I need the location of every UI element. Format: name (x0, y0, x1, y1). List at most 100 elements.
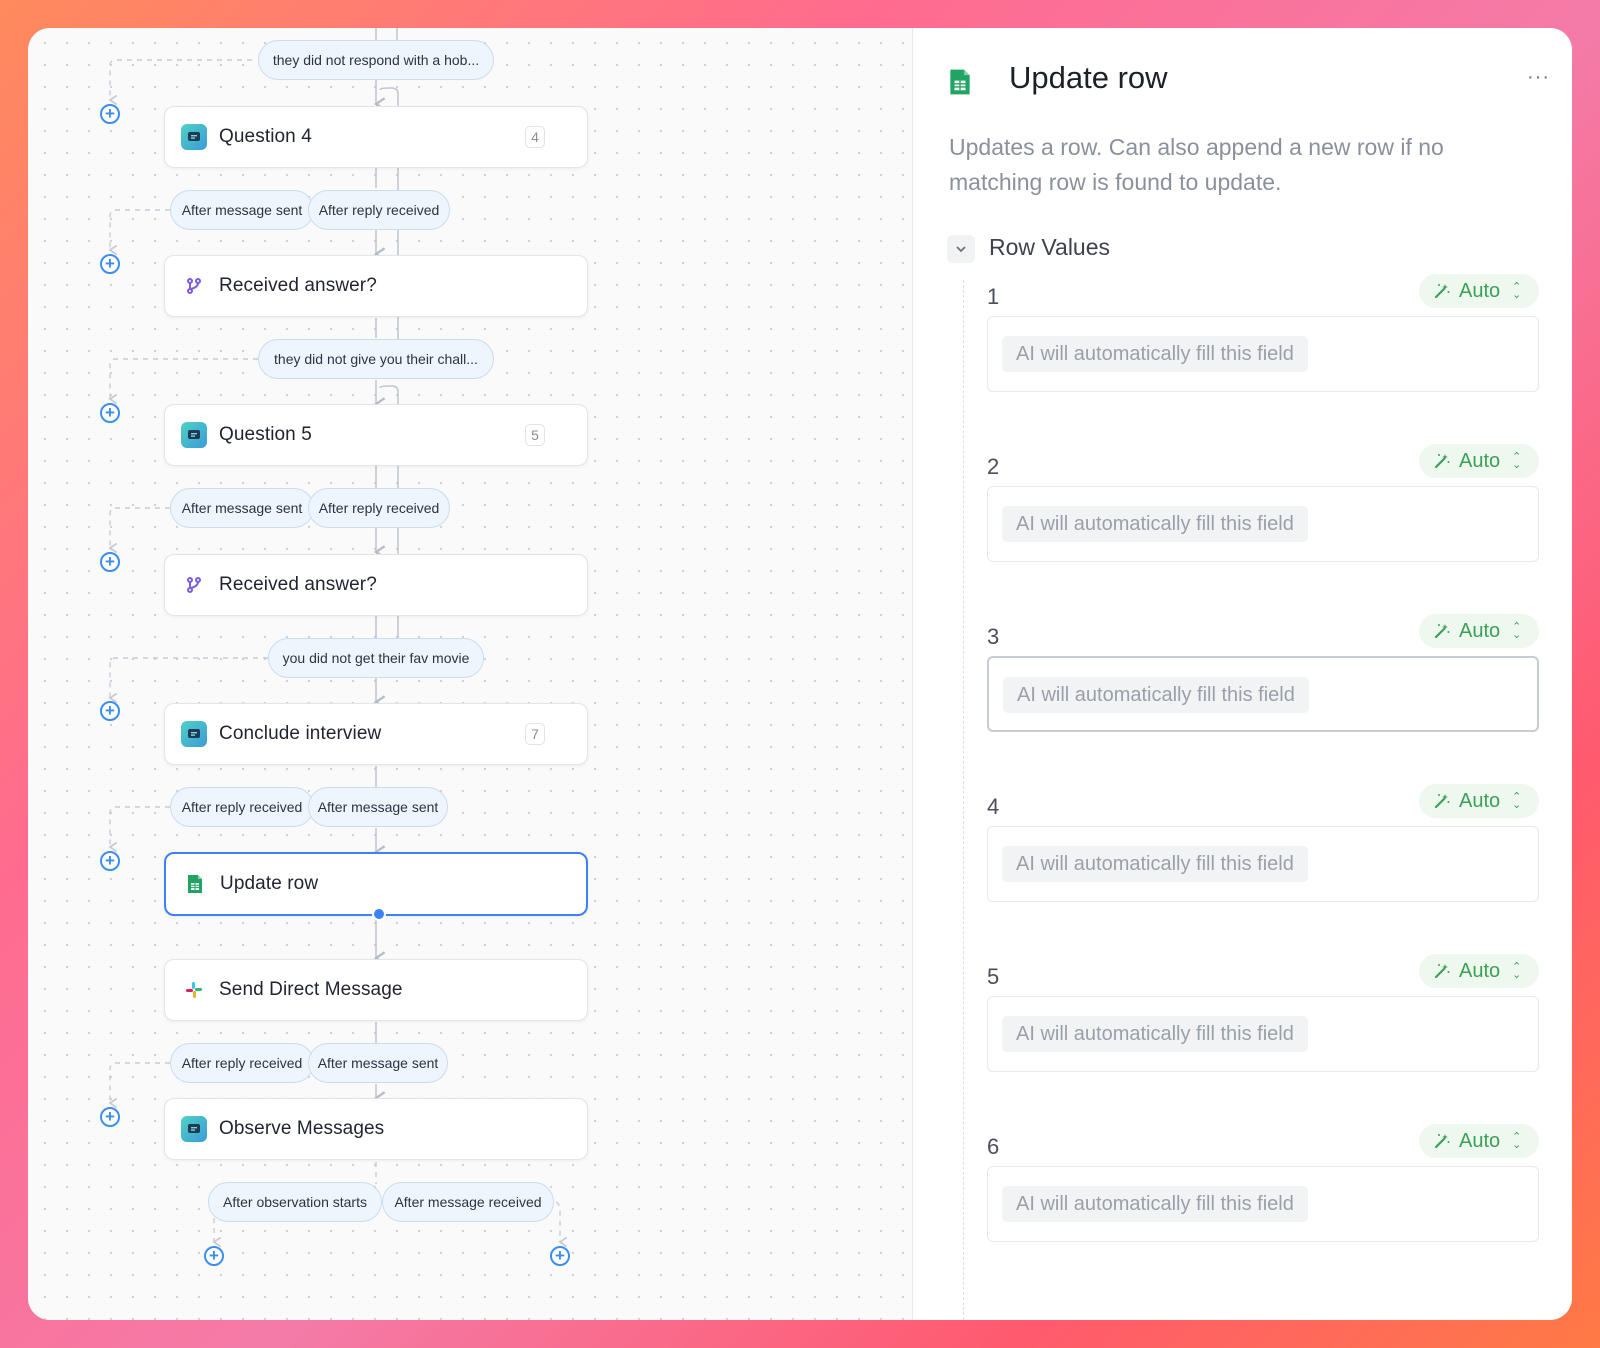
add-step-button[interactable]: + (100, 701, 120, 721)
trigger-pill[interactable]: After reply received (308, 488, 450, 528)
trigger-pill[interactable]: After message sent (308, 787, 448, 827)
node-title: Observe Messages (219, 1118, 385, 1139)
node-send-direct-message[interactable]: Send Direct Message (164, 959, 588, 1021)
auto-mode-select[interactable]: Auto ⌃ ⌄ (1419, 1124, 1539, 1158)
row-value-field[interactable]: AI will automatically fill this field (987, 316, 1539, 392)
node-title: Received answer? (219, 574, 377, 595)
chat-icon (181, 422, 207, 448)
magic-wand-icon (1434, 964, 1450, 979)
trigger-pill[interactable]: After reply received (170, 1043, 314, 1083)
trigger-pill[interactable]: After reply received (170, 787, 314, 827)
updown-chevron-icon: ⌃ ⌄ (1512, 1131, 1522, 1151)
updown-chevron-icon: ⌃ ⌄ (1512, 281, 1522, 301)
add-step-button[interactable]: + (100, 254, 120, 274)
node-title: Received answer? (219, 275, 377, 296)
updown-chevron-icon: ⌃ ⌄ (1512, 961, 1522, 981)
node-count-badge: 4 (525, 126, 545, 148)
trigger-pill[interactable]: After message received (382, 1182, 554, 1222)
auto-label: Auto (1459, 279, 1501, 302)
magic-wand-icon (1434, 454, 1450, 469)
auto-label: Auto (1459, 789, 1501, 812)
trigger-pill[interactable]: After message sent (170, 190, 314, 230)
row-value-field[interactable]: AI will automatically fill this field (987, 656, 1539, 732)
auto-label: Auto (1459, 619, 1501, 642)
row-number: 2 (987, 454, 1000, 479)
panel-description: Updates a row. Can also append a new row… (949, 134, 1444, 195)
row-value-field[interactable]: AI will automatically fill this field (987, 1166, 1539, 1242)
auto-label: Auto (1459, 1129, 1501, 1152)
node-question-5[interactable]: Question 5 5 (164, 404, 588, 466)
magic-wand-icon (1434, 624, 1450, 639)
auto-mode-select[interactable]: Auto ⌃ ⌄ (1419, 274, 1539, 308)
slack-icon (181, 977, 207, 1003)
node-received-answer[interactable]: Received answer? (164, 554, 588, 616)
trigger-pill[interactable]: After message sent (170, 488, 314, 528)
row-number: 1 (987, 284, 1000, 309)
updown-chevron-icon: ⌃ ⌄ (1512, 451, 1522, 471)
node-count-badge: 5 (525, 424, 545, 446)
add-step-button[interactable]: + (204, 1246, 224, 1266)
row-number: 5 (987, 964, 1000, 989)
add-step-button[interactable]: + (100, 403, 120, 423)
row-number: 6 (987, 1134, 1000, 1159)
chevron-down-icon[interactable] (947, 235, 975, 263)
magic-wand-icon (1434, 284, 1450, 299)
node-title: Question 5 (219, 424, 312, 445)
ai-fill-placeholder: AI will automatically fill this field (1002, 1186, 1308, 1222)
step-settings-panel: Update row ··· Updates a row. Can also a… (913, 28, 1572, 1320)
trigger-pill[interactable]: After observation starts (208, 1182, 382, 1222)
ai-fill-placeholder: AI will automatically fill this field (1002, 846, 1308, 882)
add-step-button[interactable]: + (100, 104, 120, 124)
google-sheets-icon (949, 68, 975, 95)
section-title: Row Values (989, 234, 1111, 260)
magic-wand-icon (1434, 794, 1450, 809)
condition-pill[interactable]: they did not give you their chall... (258, 339, 494, 379)
node-update-row[interactable]: Update row (164, 852, 588, 921)
row-value-field[interactable]: AI will automatically fill this field (987, 996, 1539, 1072)
updown-chevron-icon: ⌃ ⌄ (1512, 621, 1522, 641)
add-step-button[interactable]: + (100, 851, 120, 871)
node-title: Conclude interview (219, 723, 382, 744)
auto-label: Auto (1459, 449, 1501, 472)
chat-icon (181, 721, 207, 747)
trigger-pill[interactable]: After reply received (308, 190, 450, 230)
node-count-badge: 7 (525, 723, 545, 745)
row-number: 4 (987, 794, 1000, 819)
panel-title: Update row (1009, 60, 1168, 95)
node-conclude-interview[interactable]: Conclude interview 7 (164, 703, 588, 765)
condition-pill[interactable]: you did not get their fav movie (268, 638, 484, 678)
google-sheets-icon (182, 871, 208, 897)
auto-mode-select[interactable]: Auto ⌃ ⌄ (1419, 614, 1539, 648)
auto-mode-select[interactable]: Auto ⌃ ⌄ (1419, 954, 1539, 988)
node-question-4[interactable]: Question 4 4 (164, 106, 588, 168)
auto-mode-select[interactable]: Auto ⌃ ⌄ (1419, 784, 1539, 818)
auto-mode-select[interactable]: Auto ⌃ ⌄ (1419, 444, 1539, 478)
add-step-button[interactable]: + (100, 552, 120, 572)
node-title: Update row (220, 873, 319, 894)
row-value-field[interactable]: AI will automatically fill this field (987, 486, 1539, 562)
more-options-button[interactable]: ··· (1527, 66, 1550, 89)
ai-fill-placeholder: AI will automatically fill this field (1003, 677, 1309, 713)
chat-icon (181, 1116, 207, 1142)
ai-fill-placeholder: AI will automatically fill this field (1002, 1016, 1308, 1052)
node-title: Question 4 (219, 126, 312, 147)
flow-canvas[interactable]: they did not respond with a hob... they … (28, 28, 913, 1320)
chat-icon (181, 124, 207, 150)
row-number: 3 (987, 624, 1000, 649)
node-title: Send Direct Message (219, 979, 403, 1000)
app-window: they did not respond with a hob... they … (28, 28, 1572, 1320)
add-step-button[interactable]: + (550, 1246, 570, 1266)
node-received-answer[interactable]: Received answer? (164, 255, 588, 317)
section-rail (963, 280, 964, 1320)
ai-fill-placeholder: AI will automatically fill this field (1002, 506, 1308, 542)
connector-handle[interactable] (372, 907, 386, 921)
trigger-pill[interactable]: After message sent (308, 1043, 448, 1083)
auto-label: Auto (1459, 959, 1501, 982)
magic-wand-icon (1434, 1134, 1450, 1149)
row-value-field[interactable]: AI will automatically fill this field (987, 826, 1539, 902)
add-step-button[interactable]: + (100, 1107, 120, 1127)
condition-pill[interactable]: they did not respond with a hob... (258, 40, 494, 80)
branch-icon (181, 572, 207, 598)
node-observe-messages[interactable]: Observe Messages (164, 1098, 588, 1160)
branch-icon (181, 273, 207, 299)
